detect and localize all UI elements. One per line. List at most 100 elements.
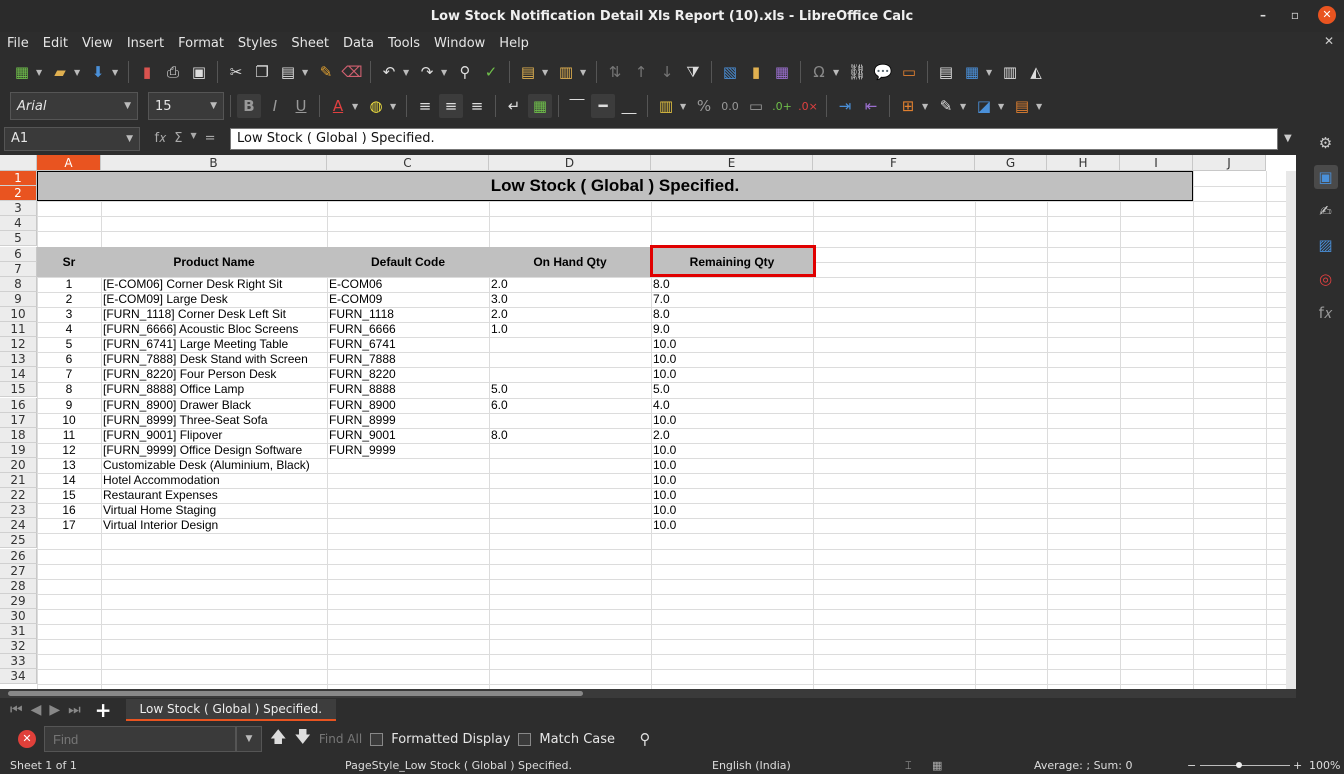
- cell-default-code[interactable]: E-COM06: [327, 277, 489, 292]
- chevron-down-icon[interactable]: ▼: [210, 101, 217, 111]
- print-preview-icon[interactable]: ▣: [187, 60, 211, 84]
- menu-data[interactable]: Data: [336, 36, 381, 51]
- chevron-down-icon[interactable]: ▼: [126, 134, 133, 144]
- row-header[interactable]: 1: [0, 171, 37, 187]
- next-sheet-icon[interactable]: ▶: [49, 702, 60, 718]
- row-header[interactable]: 15: [0, 382, 37, 398]
- close-find-icon[interactable]: ✕: [18, 730, 36, 748]
- cell-sr[interactable]: 15: [37, 488, 101, 503]
- cell-on-hand-qty[interactable]: [489, 458, 651, 473]
- cell-sr[interactable]: 12: [37, 443, 101, 458]
- chevron-down-icon[interactable]: ▼: [112, 68, 122, 77]
- cell-default-code[interactable]: [327, 518, 489, 533]
- show-draw-functions-icon[interactable]: ◭: [1024, 60, 1048, 84]
- chevron-down-icon[interactable]: ▼: [302, 68, 312, 77]
- zoom-out-button[interactable]: −: [1187, 759, 1196, 772]
- row-header[interactable]: 5: [0, 231, 37, 247]
- find-input[interactable]: [44, 726, 236, 752]
- expand-formula-icon[interactable]: ▼: [1284, 133, 1292, 144]
- align-top-icon[interactable]: ⎺: [565, 94, 589, 118]
- chevron-down-icon[interactable]: ▼: [680, 102, 690, 111]
- cell-remaining-qty[interactable]: 10.0: [651, 518, 813, 533]
- clone-formatting-icon[interactable]: ✎: [314, 60, 338, 84]
- cell-sr[interactable]: 6: [37, 352, 101, 367]
- row-header[interactable]: 28: [0, 578, 37, 594]
- currency-format-icon[interactable]: ▥: [654, 94, 678, 118]
- match-case-checkbox[interactable]: [518, 732, 532, 746]
- minimize-button[interactable]: –: [1254, 8, 1272, 22]
- row-header[interactable]: 14: [0, 367, 37, 383]
- chevron-down-icon[interactable]: ▼: [403, 68, 413, 77]
- column-header-b[interactable]: B: [101, 155, 327, 171]
- border-color-icon[interactable]: ◪: [972, 94, 996, 118]
- row-header[interactable]: 10: [0, 306, 37, 322]
- cell-product-name[interactable]: Hotel Accommodation: [101, 473, 327, 488]
- cell-sr[interactable]: 1: [37, 277, 101, 292]
- menu-tools[interactable]: Tools: [381, 36, 427, 51]
- row-header[interactable]: 2: [0, 186, 37, 202]
- header-default-code[interactable]: Default Code: [327, 247, 489, 277]
- cell-remaining-qty[interactable]: 8.0: [651, 307, 813, 322]
- row-header[interactable]: 33: [0, 654, 37, 670]
- spelling-icon[interactable]: ✓: [479, 60, 503, 84]
- chevron-down-icon[interactable]: ▼: [998, 102, 1008, 111]
- row-header[interactable]: 34: [0, 669, 37, 685]
- row-header[interactable]: 3: [0, 201, 37, 217]
- row-header[interactable]: 12: [0, 337, 37, 353]
- number-format-icon[interactable]: 0.0: [718, 94, 742, 118]
- menu-format[interactable]: Format: [171, 36, 231, 51]
- functions-icon[interactable]: f𝑥: [1314, 301, 1338, 325]
- row-header[interactable]: 24: [0, 518, 37, 534]
- column-header-g[interactable]: G: [975, 155, 1047, 171]
- row-header[interactable]: 11: [0, 322, 37, 338]
- row-header[interactable]: 32: [0, 639, 37, 655]
- save-icon[interactable]: ⬇: [86, 60, 110, 84]
- column-header-h[interactable]: H: [1047, 155, 1120, 171]
- date-format-icon[interactable]: ▭: [744, 94, 768, 118]
- cell-on-hand-qty[interactable]: [489, 337, 651, 352]
- merge-center-icon[interactable]: ▦: [528, 94, 552, 118]
- font-color-icon[interactable]: A: [326, 94, 350, 118]
- close-document-icon[interactable]: ✕: [1324, 34, 1334, 48]
- menu-styles[interactable]: Styles: [231, 36, 284, 51]
- zoom-level[interactable]: 100%: [1309, 759, 1340, 772]
- column-header-d[interactable]: D: [489, 155, 651, 171]
- export-pdf-icon[interactable]: ▮: [135, 60, 159, 84]
- align-middle-icon[interactable]: ━: [591, 94, 615, 118]
- formula-input[interactable]: Low Stock ( Global ) Specified.: [230, 127, 1278, 150]
- align-left-icon[interactable]: ≡: [413, 94, 437, 118]
- chevron-down-icon[interactable]: ▼: [922, 102, 932, 111]
- cell-remaining-qty[interactable]: 10.0: [651, 352, 813, 367]
- chevron-down-icon[interactable]: ▼: [390, 102, 400, 111]
- font-name-box[interactable]: Arial ▼: [10, 92, 138, 120]
- menu-file[interactable]: File: [0, 36, 36, 51]
- row-header[interactable]: 21: [0, 473, 37, 489]
- cell-product-name[interactable]: [FURN_9999] Office Design Software: [101, 443, 327, 458]
- cell-remaining-qty[interactable]: 10.0: [651, 503, 813, 518]
- row-header[interactable]: 16: [0, 397, 37, 413]
- header-on-hand-qty[interactable]: On Hand Qty: [489, 247, 651, 277]
- cell-sr[interactable]: 7: [37, 367, 101, 382]
- previous-sheet-icon[interactable]: ◀: [31, 702, 42, 718]
- column-header-j[interactable]: J: [1193, 155, 1266, 171]
- cell-default-code[interactable]: [327, 503, 489, 518]
- column-icon[interactable]: ▥: [554, 60, 578, 84]
- cell-product-name[interactable]: [FURN_6741] Large Meeting Table: [101, 337, 327, 352]
- cell-product-name[interactable]: Customizable Desk (Aluminium, Black): [101, 458, 327, 473]
- cell-product-name[interactable]: [FURN_8888] Office Lamp: [101, 382, 327, 397]
- open-folder-icon[interactable]: ▰: [48, 60, 72, 84]
- cell-default-code[interactable]: FURN_6666: [327, 322, 489, 337]
- chevron-down-icon[interactable]: ▼: [580, 68, 590, 77]
- cell-remaining-qty[interactable]: 10.0: [651, 367, 813, 382]
- percent-format-icon[interactable]: %: [692, 94, 716, 118]
- menu-sheet[interactable]: Sheet: [284, 36, 336, 51]
- find-all-button[interactable]: Find All: [319, 732, 362, 746]
- cell-default-code[interactable]: [327, 473, 489, 488]
- selection-mode-icon[interactable]: ▦: [932, 759, 942, 772]
- row-icon[interactable]: ▤: [516, 60, 540, 84]
- row-header[interactable]: 7: [0, 261, 37, 277]
- find-replace-icon[interactable]: ⚲: [633, 727, 657, 751]
- insert-image-icon[interactable]: ▧: [718, 60, 742, 84]
- cell-product-name[interactable]: [FURN_9001] Flipover: [101, 428, 327, 443]
- redo-icon[interactable]: ↷: [415, 60, 439, 84]
